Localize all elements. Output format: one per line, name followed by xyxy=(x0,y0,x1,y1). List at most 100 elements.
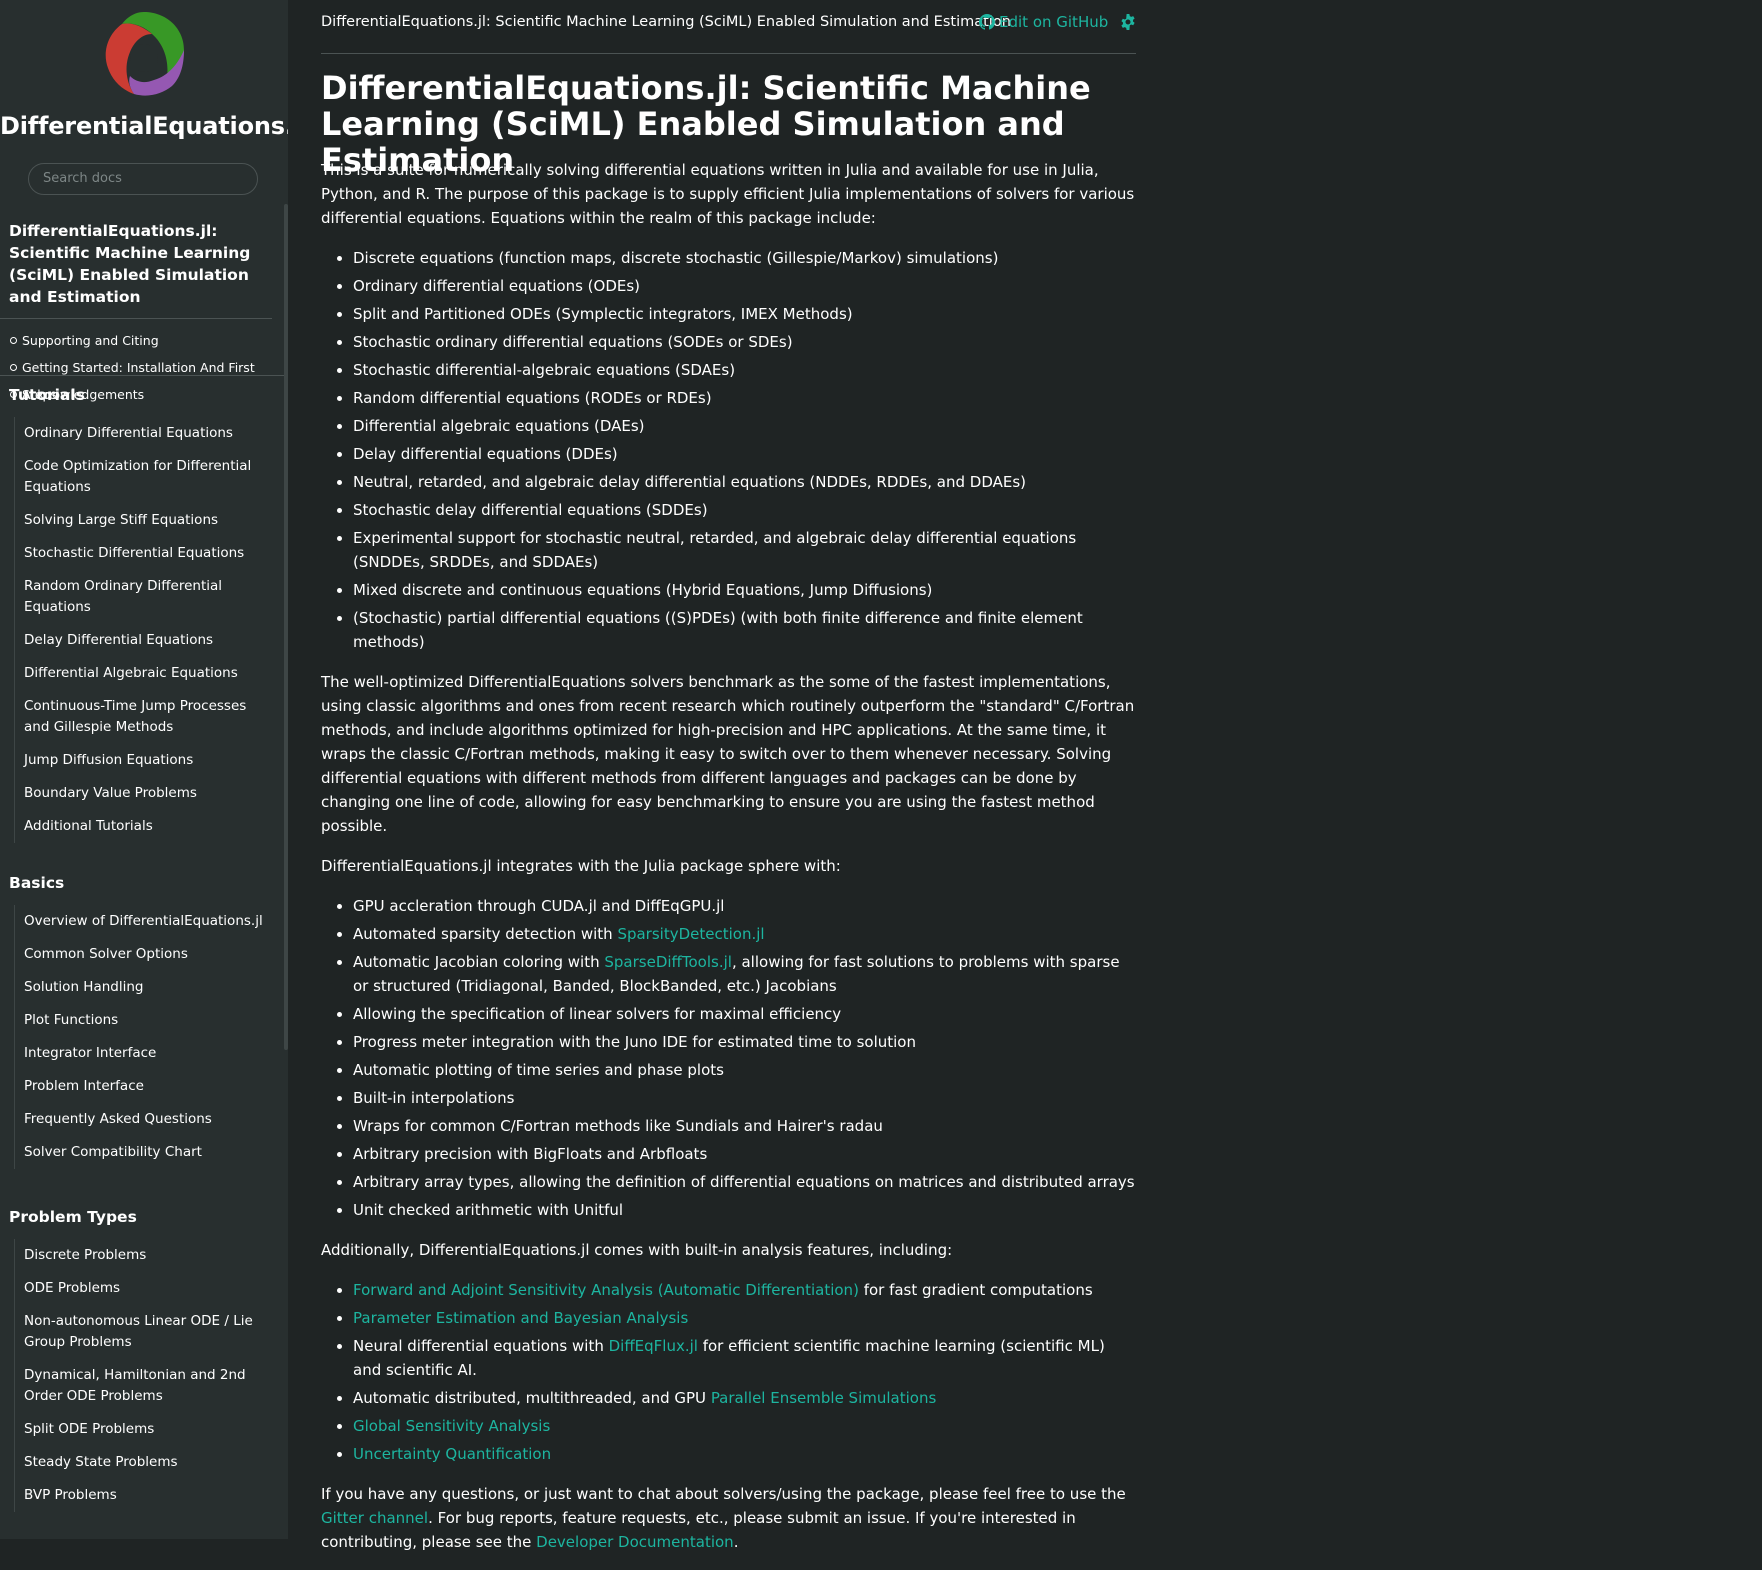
tutorials-list: Ordinary Differential Equations Code Opt… xyxy=(14,417,279,843)
sparsitydetection-link[interactable]: SparsityDetection.jl xyxy=(617,925,764,943)
nav-item[interactable]: Solver Compatibility Chart xyxy=(15,1136,279,1169)
sidebar-scrollbar[interactable] xyxy=(284,204,288,1050)
developer-documentation-link[interactable]: Developer Documentation xyxy=(536,1533,734,1551)
section-basics: Basics xyxy=(9,874,65,892)
list-item: Wraps for common C/Fortran methods like … xyxy=(353,1114,1136,1138)
diffeqflux-link[interactable]: DiffEqFlux.jl xyxy=(609,1337,698,1355)
text: Neural differential equations with xyxy=(353,1337,609,1355)
list-item: Delay differential equations (DDEs) xyxy=(353,442,1136,466)
toc-label: Supporting and Citing xyxy=(22,333,159,348)
parallel-ensemble-link[interactable]: Parallel Ensemble Simulations xyxy=(711,1389,936,1407)
nav-item[interactable]: Jump Diffusion Equations xyxy=(15,744,279,777)
list-item: Forward and Adjoint Sensitivity Analysis… xyxy=(353,1278,1136,1302)
breadcrumb[interactable]: DifferentialEquations.jl: Scientific Mac… xyxy=(321,14,1011,30)
list-item: Neural differential equations with DiffE… xyxy=(353,1334,1136,1382)
uncertainty-quantification-link[interactable]: Uncertainty Quantification xyxy=(353,1445,551,1463)
text: for fast gradient computations xyxy=(858,1281,1093,1299)
list-item: Stochastic delay differential equations … xyxy=(353,498,1136,522)
sidebar: DifferentialEquations.jl Search docs Dif… xyxy=(0,0,288,1539)
nav-item[interactable]: Split ODE Problems xyxy=(15,1413,279,1446)
julia-logo[interactable] xyxy=(96,6,192,102)
toc-item-getting-started[interactable]: Getting Started: Installation And First … xyxy=(0,354,280,402)
nav-item[interactable]: Differential Algebraic Equations xyxy=(15,657,279,690)
list-item: Discrete equations (function maps, discr… xyxy=(353,246,1136,270)
nav-item[interactable]: Random Ordinary Differential Equations xyxy=(15,570,279,624)
list-item: Differential algebraic equations (DAEs) xyxy=(353,414,1136,438)
list-item: Unit checked arithmetic with Unitful xyxy=(353,1198,1136,1222)
article-body: This is a suite for numerically solving … xyxy=(321,158,1136,1570)
list-item: (Stochastic) partial differential equati… xyxy=(353,606,1136,654)
sensitivity-analysis-link[interactable]: Forward and Adjoint Sensitivity Analysis… xyxy=(353,1281,859,1299)
nav-item[interactable]: Continuous-Time Jump Processes and Gille… xyxy=(15,690,279,744)
sparsedifftools-link[interactable]: SparseDiffTools.jl xyxy=(604,953,732,971)
toc-item-supporting[interactable]: Supporting and Citing xyxy=(0,327,280,354)
nav-item[interactable]: Stochastic Differential Equations xyxy=(15,537,279,570)
list-item: Stochastic ordinary differential equatio… xyxy=(353,330,1136,354)
bullet-icon xyxy=(10,364,17,371)
nav-item[interactable]: Common Solver Options xyxy=(15,938,279,971)
list-item: Ordinary differential equations (ODEs) xyxy=(353,274,1136,298)
list-item: Parameter Estimation and Bayesian Analys… xyxy=(353,1306,1136,1330)
nav-item[interactable]: Frequently Asked Questions xyxy=(15,1103,279,1136)
list-item: Automatic plotting of time series and ph… xyxy=(353,1058,1136,1082)
nav-current-page: DifferentialEquations.jl: Scientific Mac… xyxy=(0,204,280,408)
nav-item[interactable]: Solving Large Stiff Equations xyxy=(15,504,279,537)
gear-icon[interactable] xyxy=(1120,14,1136,34)
nav-item[interactable]: Non-autonomous Linear ODE / Lie Group Pr… xyxy=(15,1305,279,1359)
list-item: Automatic Jacobian coloring with SparseD… xyxy=(353,950,1136,998)
global-sensitivity-link[interactable]: Global Sensitivity Analysis xyxy=(353,1417,550,1435)
list-item: Automated sparsity detection with Sparsi… xyxy=(353,922,1136,946)
nav-item[interactable]: Solution Handling xyxy=(15,971,279,1004)
list-item: GPU accleration through CUDA.jl and Diff… xyxy=(353,894,1136,918)
nav-item[interactable]: Dynamical, Hamiltonian and 2nd Order ODE… xyxy=(15,1359,279,1413)
nav-item[interactable]: ODE Problems xyxy=(15,1272,279,1305)
analysis-list: Forward and Adjoint Sensitivity Analysis… xyxy=(321,1278,1136,1466)
equation-types-list: Discrete equations (function maps, discr… xyxy=(321,246,1136,654)
search-input[interactable]: Search docs xyxy=(28,163,258,195)
nav-item[interactable]: Integrator Interface xyxy=(15,1037,279,1070)
text: Automatic Jacobian coloring with xyxy=(353,953,605,971)
nav-item[interactable]: BVP Problems xyxy=(15,1479,279,1512)
nav-item[interactable]: Code Optimization for Differential Equat… xyxy=(15,450,279,504)
list-item: Progress meter integration with the Juno… xyxy=(353,1030,1136,1054)
section-problem-types: Problem Types xyxy=(9,1208,137,1226)
basics-list: Overview of DifferentialEquations.jl Com… xyxy=(14,905,279,1169)
site-title[interactable]: DifferentialEquations.jl xyxy=(0,112,288,140)
list-item: Allowing the specification of linear sol… xyxy=(353,1002,1136,1026)
list-item: Automatic distributed, multithreaded, an… xyxy=(353,1386,1136,1410)
nav-item[interactable]: Ordinary Differential Equations xyxy=(15,417,279,450)
list-item: Arbitrary precision with BigFloats and A… xyxy=(353,1142,1136,1166)
nav-item[interactable]: Discrete Problems xyxy=(15,1239,279,1272)
list-item: Global Sensitivity Analysis xyxy=(353,1414,1136,1438)
edit-on-github-link[interactable]: Edit on GitHub xyxy=(979,13,1108,34)
integrations-list: GPU accleration through CUDA.jl and Diff… xyxy=(321,894,1136,1222)
nav-item[interactable]: Additional Tutorials xyxy=(15,810,279,843)
nav-item[interactable]: Delay Differential Equations xyxy=(15,624,279,657)
intro-paragraph: This is a suite for numerically solving … xyxy=(321,161,1135,227)
list-item: Stochastic differential-algebraic equati… xyxy=(353,358,1136,382)
current-page-title[interactable]: DifferentialEquations.jl: Scientific Mac… xyxy=(0,212,272,319)
nav-item[interactable]: Problem Interface xyxy=(15,1070,279,1103)
text: If you have any questions, or just want … xyxy=(321,1485,1126,1503)
text: Automatic distributed, multithreaded, an… xyxy=(353,1389,711,1407)
divider xyxy=(0,375,284,376)
topbar: DifferentialEquations.jl: Scientific Mac… xyxy=(321,0,1136,54)
parameter-estimation-link[interactable]: Parameter Estimation and Bayesian Analys… xyxy=(353,1309,688,1327)
list-item: Built-in interpolations xyxy=(353,1086,1136,1110)
nav-item[interactable]: Plot Functions xyxy=(15,1004,279,1037)
edit-label: Edit on GitHub xyxy=(999,13,1109,31)
gitter-channel-link[interactable]: Gitter channel xyxy=(321,1509,428,1527)
nav-item[interactable]: Overview of DifferentialEquations.jl xyxy=(15,905,279,938)
performance-paragraph: The well-optimized DifferentialEquations… xyxy=(321,673,1135,835)
section-tutorials: Tutorials xyxy=(9,386,85,404)
list-item: Random differential equations (RODEs or … xyxy=(353,386,1136,410)
bullet-icon xyxy=(10,337,17,344)
closing-paragraph: If you have any questions, or just want … xyxy=(321,1482,1136,1554)
list-item: Split and Partitioned ODEs (Symplectic i… xyxy=(353,302,1136,326)
analysis-intro: Additionally, DifferentialEquations.jl c… xyxy=(321,1241,953,1259)
list-item: Experimental support for stochastic neut… xyxy=(353,526,1136,574)
list-item: Mixed discrete and continuous equations … xyxy=(353,578,1136,602)
problem-types-list: Discrete Problems ODE Problems Non-auton… xyxy=(14,1239,279,1512)
nav-item[interactable]: Boundary Value Problems xyxy=(15,777,279,810)
nav-item[interactable]: Steady State Problems xyxy=(15,1446,279,1479)
